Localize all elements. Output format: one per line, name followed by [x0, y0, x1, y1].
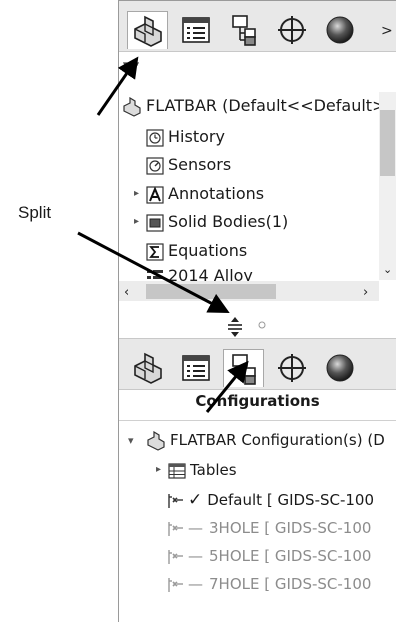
callout-arrows — [77, 56, 249, 413]
configuration-tab-arrow — [205, 360, 249, 413]
feature-manager-tab-arrow — [96, 56, 139, 116]
split-arrow — [77, 231, 230, 313]
